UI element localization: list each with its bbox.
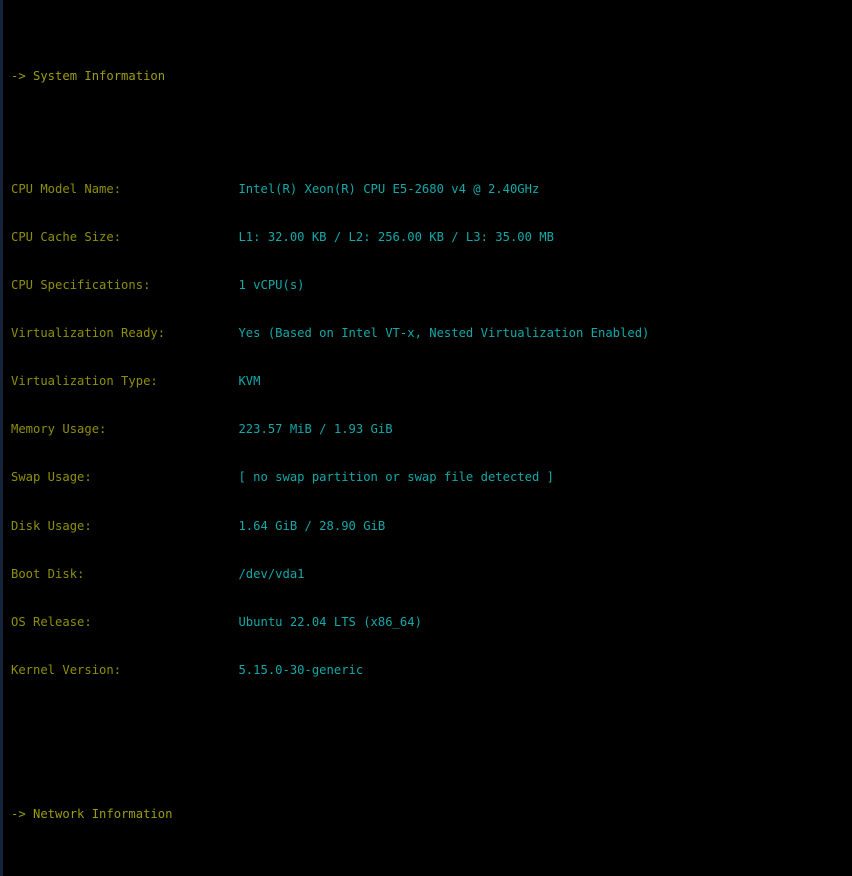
- value-cpu-model: Intel(R) Xeon(R) CPU E5-2680 v4 @ 2.40GH…: [238, 181, 540, 196]
- value-kernel-version: 5.15.0-30-generic: [238, 662, 364, 677]
- row-boot-disk: Boot Disk: /dev/vda1: [3, 566, 852, 582]
- row-virt-type: Virtualization Type: KVM: [3, 373, 852, 389]
- label-boot-disk: Boot Disk:: [11, 566, 239, 581]
- label-cpu-specs: CPU Specifications:: [11, 277, 239, 292]
- section-heading-system: -> System Information: [11, 69, 166, 84]
- row-os-release: OS Release: Ubuntu 22.04 LTS (x86_64): [3, 614, 852, 630]
- label-os-release: OS Release:: [11, 614, 239, 629]
- row-cpu-model: CPU Model Name: Intel(R) Xeon(R) CPU E5-…: [3, 181, 852, 197]
- label-kernel-version: Kernel Version:: [11, 662, 239, 677]
- label-cpu-model: CPU Model Name:: [11, 181, 239, 196]
- label-virt-type: Virtualization Type:: [11, 374, 239, 389]
- terminal-output[interactable]: -> System Information CPU Model Name: In…: [0, 0, 852, 876]
- value-cpu-cache: L1: 32.00 KB / L2: 256.00 KB / L3: 35.00…: [238, 229, 554, 244]
- row-disk-usage: Disk Usage: 1.64 GiB / 28.90 GiB: [3, 518, 852, 534]
- row-virt-ready: Virtualization Ready: Yes (Based on Inte…: [3, 325, 852, 341]
- value-virt-type: KVM: [238, 374, 261, 389]
- row-swap-usage: Swap Usage: [ no swap partition or swap …: [3, 469, 852, 485]
- value-disk-usage: 1.64 GiB / 28.90 GiB: [238, 518, 386, 533]
- value-swap-usage: [ no swap partition or swap file detecte…: [238, 470, 554, 485]
- label-virt-ready: Virtualization Ready:: [11, 325, 239, 340]
- row-cpu-specs: CPU Specifications: 1 vCPU(s): [3, 277, 852, 293]
- value-virt-ready: Yes (Based on Intel VT-x, Nested Virtual…: [238, 325, 650, 340]
- label-memory-usage: Memory Usage:: [11, 422, 239, 437]
- value-memory-usage: 223.57 MiB / 1.93 GiB: [238, 422, 393, 437]
- row-memory-usage: Memory Usage: 223.57 MiB / 1.93 GiB: [3, 421, 852, 437]
- row-kernel-version: Kernel Version: 5.15.0-30-generic: [3, 662, 852, 678]
- label-disk-usage: Disk Usage:: [11, 518, 239, 533]
- value-cpu-specs: 1 vCPU(s): [238, 277, 305, 292]
- row-cpu-cache: CPU Cache Size: L1: 32.00 KB / L2: 256.0…: [3, 229, 852, 245]
- value-os-release: Ubuntu 22.04 LTS (x86_64): [238, 614, 422, 629]
- label-cpu-cache: CPU Cache Size:: [11, 229, 239, 244]
- value-boot-disk: /dev/vda1: [238, 566, 305, 581]
- section-heading-network: -> Network Information: [11, 807, 173, 822]
- label-swap-usage: Swap Usage:: [11, 470, 239, 485]
